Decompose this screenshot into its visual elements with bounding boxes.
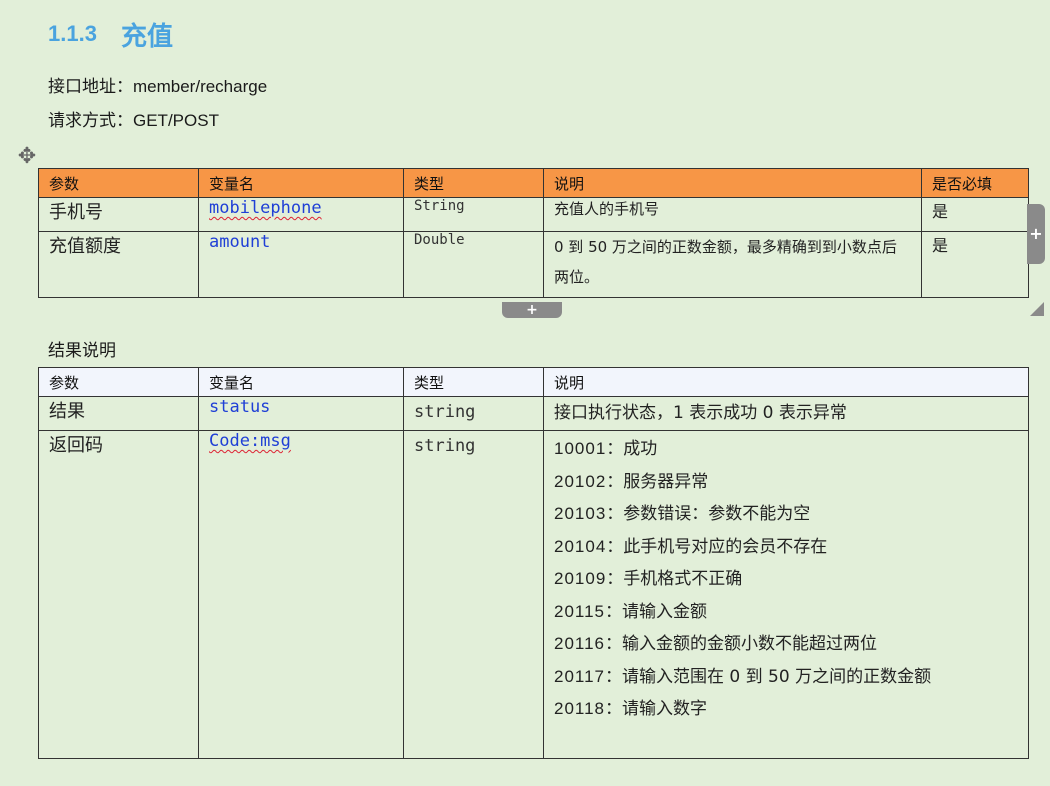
list-item: 20115：请输入金额	[554, 596, 1018, 629]
results-header-row: 参数 变量名 类型 说明	[38, 367, 1029, 397]
var-name-text: mobilephone	[209, 198, 322, 219]
table-row: 结果 status string 接口执行状态，1 表示成功 0 表示异常	[38, 396, 1029, 431]
section-number: 1.1.3	[48, 21, 97, 46]
table-move-handle-icon[interactable]: ✥	[14, 144, 40, 170]
list-item: 20118：请输入数字	[554, 693, 1018, 726]
results-section-label: 结果说明	[48, 341, 116, 361]
type-cell: Double	[403, 231, 544, 298]
interface-address-value: member/recharge	[133, 77, 268, 96]
desc-cell: 0 到 50 万之间的正数金额，最多精确到到小数点后两位。	[543, 231, 922, 298]
type-cell: String	[403, 197, 544, 232]
return-msg: ：请输入数字	[605, 699, 708, 719]
return-codes-cell: 10001：成功 20102：服务器异常 20103：参数错误：参数不能为空 2…	[543, 430, 1029, 759]
return-code: 10001	[554, 439, 607, 458]
return-code: 20115	[554, 601, 606, 621]
type-cell: string	[403, 396, 544, 431]
results-header-var: 变量名	[198, 367, 404, 397]
list-item: 20102：服务器异常	[554, 466, 1018, 499]
return-msg: ：参数错误：参数不能为空	[606, 504, 811, 524]
var-name-cell: status	[198, 396, 404, 431]
table-resize-icon[interactable]	[1030, 302, 1044, 316]
return-msg: ：此手机号对应的会员不存在	[606, 536, 828, 557]
return-code-list: 10001：成功 20102：服务器异常 20103：参数错误：参数不能为空 2…	[554, 433, 1018, 726]
add-column-button[interactable]: +	[1027, 204, 1045, 264]
return-msg: ：输入金额的金额小数不能超过两位	[605, 634, 878, 654]
return-code: 20118	[554, 699, 606, 718]
return-msg: ：服务器异常	[606, 471, 709, 492]
return-code: 20116	[554, 634, 606, 653]
list-item: 20109：手机格式不正确	[554, 563, 1018, 596]
params-header-desc: 说明	[543, 168, 922, 198]
return-msg: ：成功	[606, 439, 658, 459]
return-code: 20102	[554, 471, 607, 491]
list-item: 20104：此手机号对应的会员不存在	[554, 531, 1018, 564]
list-item: 20117：请输入范围在 0 到 50 万之间的正数金额	[554, 661, 1018, 694]
section-heading: 1.1.3 充值	[48, 16, 173, 52]
return-code: 20109	[554, 569, 607, 588]
table-row: 手机号 mobilephone String 充值人的手机号 是	[38, 197, 1029, 232]
param-name-cell: 结果	[38, 396, 199, 431]
table-row: 返回码 Code:msg string 10001：成功 20102：服务器异常…	[38, 430, 1029, 759]
param-name-cell: 充值额度	[38, 231, 199, 298]
return-code: 20103	[554, 504, 607, 523]
params-header-var: 变量名	[198, 168, 404, 198]
var-name-cell: amount	[198, 231, 404, 298]
var-name-cell: mobilephone	[198, 197, 404, 232]
var-name-cell: Code:msg	[198, 430, 404, 759]
request-method-line: 请求方式：GET/POST	[48, 106, 219, 131]
interface-address-label: 接口地址：	[48, 77, 133, 97]
type-cell: string	[403, 430, 544, 759]
results-header-param: 参数	[38, 367, 199, 397]
params-header-param: 参数	[38, 168, 199, 198]
results-table: 参数 变量名 类型 说明 结果 status string 接口执行状态，1 表…	[38, 367, 1029, 759]
return-msg: ：请输入范围在 0 到 50 万之间的正数金额	[605, 666, 932, 687]
required-cell: 是	[921, 231, 1029, 298]
return-msg: ：请输入金额	[605, 601, 708, 622]
required-cell: 是	[921, 197, 1029, 232]
add-row-button[interactable]: +	[502, 302, 562, 318]
interface-address-line: 接口地址：member/recharge	[48, 72, 267, 97]
params-table: 参数 变量名 类型 说明 是否必填 手机号 mobilephone String…	[38, 168, 1029, 298]
list-item: 10001：成功	[554, 433, 1018, 466]
params-header-row: 参数 变量名 类型 说明 是否必填	[38, 168, 1029, 198]
return-code: 20117	[554, 666, 606, 686]
results-header-type: 类型	[403, 367, 544, 397]
table-row: 充值额度 amount Double 0 到 50 万之间的正数金额，最多精确到…	[38, 231, 1029, 298]
request-method-value: GET/POST	[133, 111, 219, 130]
desc-cell: 充值人的手机号	[543, 197, 922, 232]
return-code: 20104	[554, 536, 607, 556]
var-name-text: Code:msg	[209, 431, 291, 452]
param-name-cell: 手机号	[38, 197, 199, 232]
param-name-cell: 返回码	[38, 430, 199, 759]
params-header-required: 是否必填	[921, 168, 1029, 198]
list-item: 20103：参数错误：参数不能为空	[554, 498, 1018, 531]
desc-cell: 接口执行状态，1 表示成功 0 表示异常	[543, 396, 1029, 431]
section-title: 充值	[120, 20, 173, 51]
results-header-desc: 说明	[543, 367, 1029, 397]
list-item: 20116：输入金额的金额小数不能超过两位	[554, 628, 1018, 661]
request-method-label: 请求方式：	[48, 111, 133, 131]
return-msg: ：手机格式不正确	[606, 569, 743, 589]
params-header-type: 类型	[403, 168, 544, 198]
